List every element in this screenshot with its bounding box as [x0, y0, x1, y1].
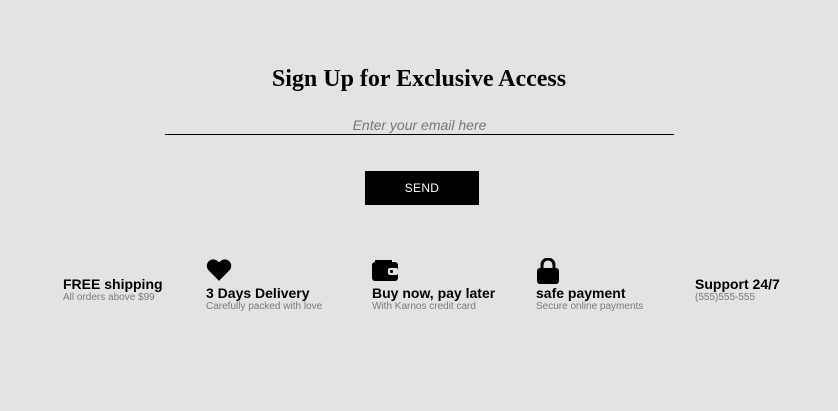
- feature-subtitle: Secure online payments: [536, 301, 644, 312]
- wallet-icon: [372, 258, 400, 284]
- feature-title: FREE shipping: [63, 276, 163, 292]
- feature-subtitle: With Karnos credit card: [372, 301, 476, 312]
- feature-title: 3 Days Delivery: [206, 285, 310, 301]
- feature-title: Buy now, pay later: [372, 285, 496, 301]
- feature-subtitle: All orders above $99: [63, 292, 155, 303]
- feature-title: safe payment: [536, 285, 626, 301]
- feature-delivery: 3 Days Delivery Carefully packed with lo…: [206, 258, 322, 313]
- heart-icon: [206, 258, 234, 284]
- feature-subtitle: Carefully packed with love: [206, 301, 323, 312]
- lock-icon: [536, 257, 564, 284]
- feature-pay-later: Buy now, pay later With Karnos credit ca…: [372, 258, 495, 313]
- feature-support: Support 24/7 (555)555-555: [695, 276, 780, 304]
- feature-title: Support 24/7: [695, 276, 780, 292]
- send-button[interactable]: SEND: [365, 171, 479, 205]
- feature-free-shipping: FREE shipping All orders above $99: [63, 276, 163, 304]
- feature-safe-payment: safe payment Secure online payments: [536, 257, 644, 313]
- page: Sign Up for Exclusive Access SEND FREE s…: [0, 0, 838, 411]
- signup-heading: Sign Up for Exclusive Access: [271, 66, 567, 92]
- feature-subtitle: (555)555-555: [695, 292, 756, 303]
- email-input[interactable]: [165, 116, 674, 134]
- email-field-wrapper: [165, 116, 674, 135]
